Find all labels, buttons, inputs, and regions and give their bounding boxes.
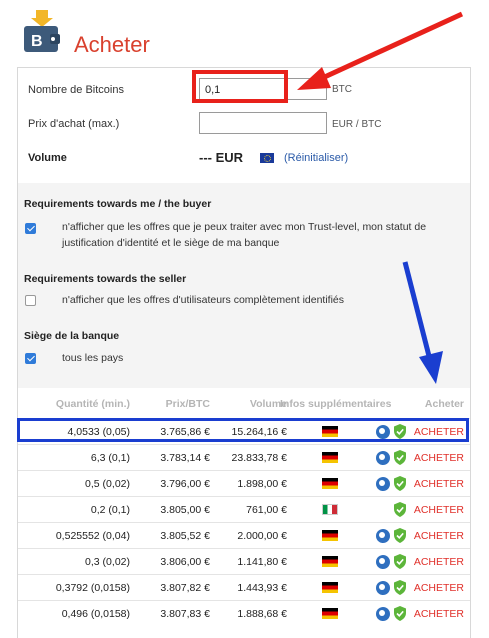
cell-price: 3.807,82 € [160, 582, 210, 594]
cell-volume: 1.141,80 € [237, 556, 287, 568]
buyer-requirements-title: Requirements towards me / the buyer [24, 198, 212, 210]
buy-link[interactable]: ACHETER [414, 608, 464, 620]
shield-check-icon [394, 580, 406, 595]
verified-seller-option-label: n'afficher que les offres d'utilisateurs… [62, 294, 345, 306]
germany-flag-icon [322, 452, 338, 463]
cell-price: 3.765,86 € [160, 426, 210, 438]
volume-label: Volume [28, 152, 67, 164]
bubble-icon [376, 581, 390, 595]
bank-seat-title: Siège de la banque [24, 330, 120, 342]
requirements-section: Requirements towards me / the buyer n'af… [18, 183, 470, 388]
buy-link[interactable]: ACHETER [414, 582, 464, 594]
cell-volume: 15.264,16 € [231, 426, 287, 438]
all-countries-checkbox[interactable] [25, 353, 36, 364]
eu-flag-icon [260, 153, 274, 163]
wallet-icon: B [24, 10, 60, 52]
cell-price: 3.807,83 € [160, 608, 210, 620]
germany-flag-icon [322, 478, 338, 489]
cell-price: 3.805,52 € [160, 530, 210, 542]
shield-check-icon [394, 528, 406, 543]
table-row: 0,3 (0,02) 3.806,00 € 1.141,80 € ACHETER [18, 548, 470, 575]
seller-requirements-title: Requirements towards the seller [24, 273, 187, 285]
germany-flag-icon [322, 556, 338, 567]
table-row: 0,2 (0,1) 3.805,00 € 761,00 € ACHETER [18, 496, 470, 523]
buy-link[interactable]: ACHETER [414, 556, 464, 568]
shield-check-icon [394, 554, 406, 569]
verified-seller-checkbox[interactable] [25, 295, 36, 306]
bubble-icon [376, 555, 390, 569]
buy-panel: Nombre de Bitcoins 0,1 BTC Prix d'achat … [17, 67, 471, 638]
svg-text:B: B [31, 33, 43, 50]
cell-volume: 1.898,00 € [237, 478, 287, 490]
table-row: 0,5 (0,02) 3.796,00 € 1.898,00 € ACHETER [18, 470, 470, 497]
trust-level-option-label: n'afficher que les offres que je peux tr… [62, 221, 427, 249]
cell-quantity: 4,0533 (0,05) [67, 426, 130, 438]
bubble-icon [376, 477, 390, 491]
shield-check-icon [394, 502, 406, 517]
table-row: 0,496 (0,0158) 3.807,83 € 1.888,68 € ACH… [18, 600, 470, 627]
table-row: 4,0533 (0,05) 3.765,86 € 15.264,16 € ACH… [18, 418, 470, 445]
btc-amount-label: Nombre de Bitcoins [28, 84, 124, 96]
col-info: Infos supplémentaires [280, 398, 392, 410]
btc-amount-input[interactable]: 0,1 [199, 78, 327, 100]
cell-volume: 2.000,00 € [237, 530, 287, 542]
table-row: 6,3 (0,1) 3.783,14 € 23.833,78 € ACHETER [18, 444, 470, 471]
germany-flag-icon [322, 426, 338, 437]
cell-volume: 23.833,78 € [231, 452, 287, 464]
buy-link[interactable]: ACHETER [414, 530, 464, 542]
trust-level-checkbox[interactable] [25, 223, 36, 234]
table-row: 0,3792 (0,0158) 3.807,82 € 1.443,93 € AC… [18, 574, 470, 601]
cell-price: 3.783,14 € [160, 452, 210, 464]
cell-quantity: 6,3 (0,1) [90, 452, 130, 464]
germany-flag-icon [322, 608, 338, 619]
cell-volume: 761,00 € [246, 504, 287, 516]
cell-price: 3.805,00 € [160, 504, 210, 516]
btc-unit: BTC [332, 84, 352, 95]
bubble-icon [376, 607, 390, 621]
cell-price: 3.796,00 € [160, 478, 210, 490]
bubble-icon [376, 451, 390, 465]
germany-flag-icon [322, 530, 338, 541]
all-countries-option-label: tous les pays [62, 352, 124, 364]
shield-check-icon [394, 450, 406, 465]
col-buy: Acheter [424, 398, 464, 410]
bubble-icon [376, 529, 390, 543]
col-price[interactable]: Prix/BTC [166, 398, 210, 410]
price-unit: EUR / BTC [332, 119, 382, 130]
bubble-icon [376, 425, 390, 439]
buy-link[interactable]: ACHETER [414, 504, 464, 516]
buy-link[interactable]: ACHETER [414, 426, 464, 438]
cell-quantity: 0,525552 (0,04) [55, 530, 130, 542]
max-price-input[interactable] [199, 112, 327, 134]
cell-quantity: 0,5 (0,02) [85, 478, 130, 490]
page-title: Acheter [74, 32, 150, 57]
cell-quantity: 0,2 (0,1) [90, 504, 130, 516]
buy-link[interactable]: ACHETER [414, 478, 464, 490]
cell-price: 3.806,00 € [160, 556, 210, 568]
max-price-label: Prix d'achat (max.) [28, 118, 120, 130]
volume-value: --- EUR [199, 150, 244, 165]
col-quantity[interactable]: Quantité (min.) [56, 398, 130, 410]
shield-check-icon [394, 424, 406, 439]
cell-volume: 1.888,68 € [237, 608, 287, 620]
reset-link[interactable]: (Réinitialiser) [284, 152, 348, 164]
italy-flag-icon [322, 504, 338, 515]
cell-quantity: 0,496 (0,0158) [61, 608, 130, 620]
germany-flag-icon [322, 582, 338, 593]
cell-quantity: 0,3792 (0,0158) [55, 582, 130, 594]
buy-link[interactable]: ACHETER [414, 452, 464, 464]
cell-quantity: 0,3 (0,02) [85, 556, 130, 568]
offers-table-header: Quantité (min.) Prix/BTC Volume Infos su… [18, 388, 470, 418]
table-row: 0,525552 (0,04) 3.805,52 € 2.000,00 € AC… [18, 522, 470, 549]
cell-volume: 1.443,93 € [237, 582, 287, 594]
order-form: Nombre de Bitcoins 0,1 BTC Prix d'achat … [18, 68, 470, 183]
shield-check-icon [394, 606, 406, 621]
shield-check-icon [394, 476, 406, 491]
